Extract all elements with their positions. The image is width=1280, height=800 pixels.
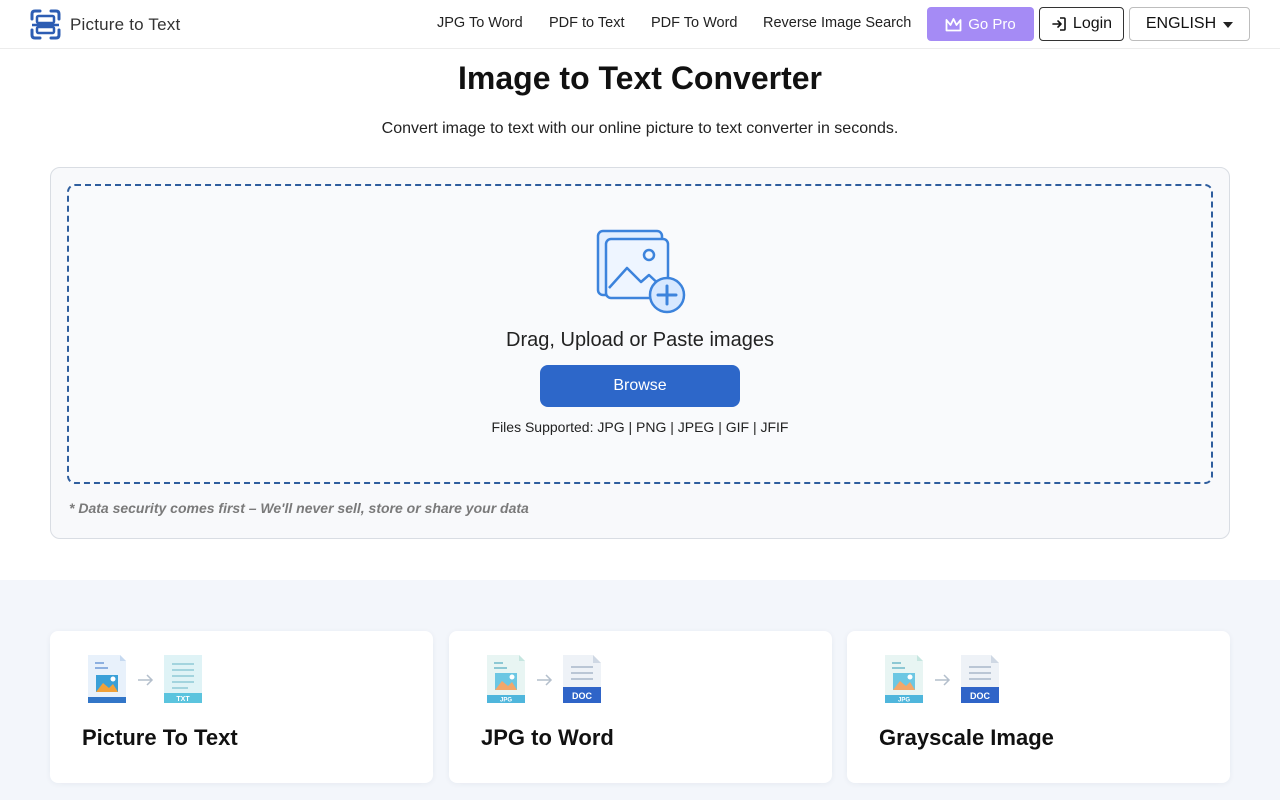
nav-reverse-image-search[interactable]: Reverse Image Search [763,15,911,31]
login-label: Login [1072,15,1113,32]
doc-file-icon: DOC [563,655,601,703]
site-header: Picture to Text JPG To Word PDF to Text … [0,0,1280,49]
image-file-icon: JPG [487,655,525,704]
arrow-right-icon [935,674,951,686]
upload-dropzone[interactable]: Drag, Upload or Paste images Browse File… [67,184,1213,484]
upload-card: Drag, Upload or Paste images Browse File… [50,167,1230,539]
browse-button[interactable]: Browse [540,365,740,407]
nav-jpg-to-word[interactable]: JPG To Word [437,15,523,31]
language-label: ENGLISH [1145,15,1217,32]
security-note: * Data security comes first – We'll neve… [69,500,529,516]
tool-title: Grayscale Image [879,725,1054,750]
login-button[interactable]: Login [1039,7,1124,41]
source-badge: JPG [898,698,910,704]
tool-card-picture-to-text[interactable]: TXT Picture To Text [50,631,433,783]
image-file-icon [88,655,126,703]
image-add-icon [596,229,686,314]
page-subtitle: Convert image to text with our online pi… [381,120,899,137]
page-title: Image to Text Converter [458,60,822,96]
image-file-icon: JPG [885,655,923,704]
crown-icon [945,17,962,31]
drop-instructions: Drag, Upload or Paste images [506,329,774,351]
tool-icons: TXT [88,655,202,703]
tool-card-jpg-to-word[interactable]: JPG DOC JPG to Word [449,631,832,783]
tool-icons: JPG DOC [487,655,601,704]
site-logo[interactable]: Picture to Text [29,8,180,41]
logo-text: Picture to Text [70,14,181,34]
login-arrow-icon [1052,17,1066,31]
target-badge: DOC [970,691,991,701]
target-badge: DOC [572,691,593,701]
caret-down-icon [1223,21,1234,28]
files-supported: Files Supported: JPG | PNG | JPEG | GIF … [491,419,789,435]
tool-title: Picture To Text [82,725,238,750]
nav-pdf-to-text[interactable]: PDF to Text [549,15,624,31]
arrow-right-icon [138,674,154,686]
tool-title: JPG to Word [481,725,614,750]
arrow-right-icon [537,674,553,686]
text-file-icon: TXT [164,655,202,703]
tools-section: TXT Picture To Text JPG DOC JPG to Word … [0,580,1280,800]
nav-pdf-to-word[interactable]: PDF To Word [651,15,738,31]
language-select[interactable]: ENGLISH [1129,7,1250,41]
tool-icons: JPG DOC [885,655,999,704]
tool-card-grayscale-image[interactable]: JPG DOC Grayscale Image [847,631,1230,783]
go-pro-button[interactable]: Go Pro [927,7,1034,41]
doc-file-icon: DOC [961,655,999,703]
scan-logo-icon [30,9,61,40]
target-badge: TXT [176,696,190,703]
go-pro-label: Go Pro [968,15,1016,33]
source-badge: JPG [500,698,512,704]
